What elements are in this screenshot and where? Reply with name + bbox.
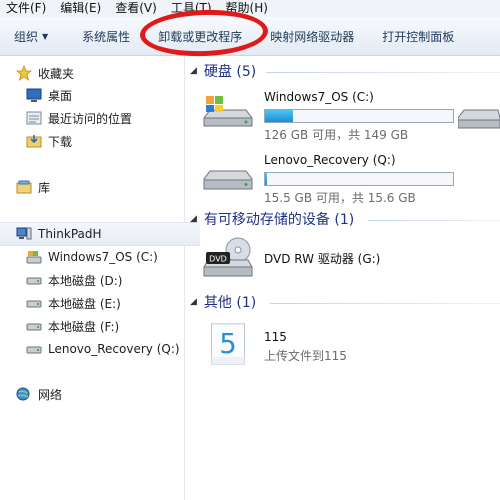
command-bar: 组织 ▼ 系统属性 卸载或更改程序 映射网络驱动器 打开控制面板 — [0, 17, 500, 56]
windows-drive-icon — [26, 250, 42, 264]
drive-q-capacity-bar — [264, 172, 454, 186]
drive-tile-dvd[interactable]: DVD DVD RW 驱动器 (G:) — [202, 236, 380, 280]
uninstall-program-button[interactable]: 卸载或更改程序 — [144, 17, 256, 55]
system-properties-label: 系统属性 — [82, 29, 131, 44]
collapse-arrow-icon: ◢ — [190, 214, 197, 224]
map-network-drive-label: 映射网络驱动器 — [270, 29, 355, 44]
desktop-icon — [26, 88, 42, 102]
nav-computer[interactable]: ThinkPadH — [0, 222, 200, 246]
computer-icon — [16, 227, 32, 241]
section-divider — [270, 303, 500, 304]
nav-drive-q-label: Lenovo_Recovery (Q:) — [48, 342, 180, 356]
map-network-drive-button[interactable]: 映射网络驱动器 — [256, 17, 368, 55]
star-icon — [16, 65, 32, 81]
nav-recent-places-label: 最近访问的位置 — [48, 111, 133, 126]
navigation-pane: 收藏夹 桌面 最近访问的位置 下载 库 ThinkPadH Windows7_O… — [0, 56, 200, 500]
nav-drive-c-label: Windows7_OS (C:) — [48, 250, 158, 264]
system-properties-button[interactable]: 系统属性 — [68, 17, 144, 55]
nav-drive-d[interactable]: 本地磁盘 (D:) — [0, 269, 210, 291]
nav-downloads-label: 下载 — [48, 134, 73, 149]
network-icon — [16, 387, 32, 401]
organize-button[interactable]: 组织 ▼ — [0, 17, 68, 55]
drive-q-capacity-fill — [265, 173, 267, 185]
nav-libraries-label: 库 — [38, 180, 51, 195]
hard-drive-icon — [26, 296, 42, 310]
collapse-arrow-icon: ◢ — [190, 66, 197, 76]
hard-drive-icon — [203, 170, 253, 190]
nav-favorites-label: 收藏夹 — [38, 66, 75, 81]
open-control-panel-label: 打开控制面板 — [382, 29, 455, 44]
nav-network-label: 网络 — [38, 387, 63, 402]
organize-label: 组织 — [14, 29, 39, 44]
hard-drive-icon — [26, 319, 42, 333]
section-other[interactable]: ◢ 其他 (1) — [190, 292, 256, 312]
app-115-icon: 5 — [211, 323, 245, 365]
section-removable[interactable]: ◢ 有可移动存储的设备 (1) — [190, 209, 354, 229]
app-115-detail: 上传文件到115 — [264, 349, 347, 363]
dvd-badge: DVD — [209, 255, 227, 264]
section-divider — [266, 72, 500, 73]
download-folder-icon — [26, 134, 42, 148]
nav-drive-e-label: 本地磁盘 (E:) — [48, 296, 121, 311]
nav-network[interactable]: 网络 — [0, 383, 200, 405]
nav-libraries[interactable]: 库 — [0, 176, 200, 198]
menu-help[interactable]: 帮助(H) — [220, 0, 276, 17]
nav-downloads[interactable]: 下载 — [0, 130, 210, 152]
menu-edit[interactable]: 编辑(E) — [54, 0, 109, 17]
section-divider — [368, 220, 500, 221]
dvd-drive-icon: DVD — [203, 237, 253, 277]
drive-c-space: 126 GB 可用，共 149 GB — [264, 128, 409, 142]
section-hard-disks-label: 硬盘 (5) — [203, 64, 257, 80]
nav-drive-f[interactable]: 本地磁盘 (F:) — [0, 315, 210, 337]
recent-places-icon — [26, 111, 42, 125]
tile-115[interactable]: 5 115 上传文件到115 — [202, 322, 347, 366]
drive-tile-c[interactable]: Windows7_OS (C:) 126 GB 可用，共 149 GB — [202, 88, 454, 143]
hard-drive-icon — [26, 342, 42, 356]
drive-tile-q[interactable]: Lenovo_Recovery (Q:) 15.5 GB 可用，共 15.6 G… — [202, 151, 454, 206]
section-other-label: 其他 (1) — [203, 295, 257, 311]
uninstall-program-label: 卸载或更改程序 — [158, 29, 243, 44]
section-hard-disks[interactable]: ◢ 硬盘 (5) — [190, 61, 256, 81]
chevron-down-icon: ▼ — [42, 31, 49, 41]
nav-recent-places[interactable]: 最近访问的位置 — [0, 107, 210, 129]
hard-drive-icon — [26, 273, 42, 287]
library-icon — [16, 180, 32, 194]
collapse-arrow-icon: ◢ — [190, 297, 197, 307]
windows-drive-icon — [203, 96, 253, 127]
nav-desktop-label: 桌面 — [48, 88, 73, 103]
menu-view[interactable]: 查看(V) — [109, 0, 165, 17]
content-pane: ◢ 硬盘 (5) Windows7_OS (C:) 126 GB 可用，共 14… — [190, 56, 500, 500]
dvd-drive-name: DVD RW 驱动器 (G:) — [264, 252, 381, 266]
nav-drive-f-label: 本地磁盘 (F:) — [48, 319, 120, 334]
nav-drive-q[interactable]: Lenovo_Recovery (Q:) — [0, 338, 210, 360]
nav-drive-d-label: 本地磁盘 (D:) — [48, 273, 123, 288]
nav-desktop[interactable]: 桌面 — [0, 84, 210, 106]
drive-c-name: Windows7_OS (C:) — [264, 90, 374, 104]
section-removable-label: 有可移动存储的设备 (1) — [203, 212, 355, 228]
drive-q-name: Lenovo_Recovery (Q:) — [264, 153, 396, 167]
nav-drive-e[interactable]: 本地磁盘 (E:) — [0, 292, 210, 314]
app-115-glyph: 5 — [219, 328, 237, 360]
drive-c-capacity-bar — [264, 109, 454, 123]
nav-favorites[interactable]: 收藏夹 — [0, 62, 200, 84]
drive-c-capacity-fill — [265, 110, 294, 122]
menu-file[interactable]: 文件(F) — [0, 0, 54, 17]
open-control-panel-button[interactable]: 打开控制面板 — [368, 17, 468, 55]
nav-computer-label: ThinkPadH — [38, 227, 102, 241]
menu-tools[interactable]: 工具(T) — [165, 0, 220, 17]
hard-drive-icon — [458, 109, 500, 129]
app-115-name: 115 — [264, 330, 287, 344]
nav-drive-c[interactable]: Windows7_OS (C:) — [0, 246, 210, 268]
drive-q-space: 15.5 GB 可用，共 15.6 GB — [264, 191, 416, 205]
menu-bar: 文件(F) 编辑(E) 查看(V) 工具(T) 帮助(H) — [0, 0, 500, 17]
